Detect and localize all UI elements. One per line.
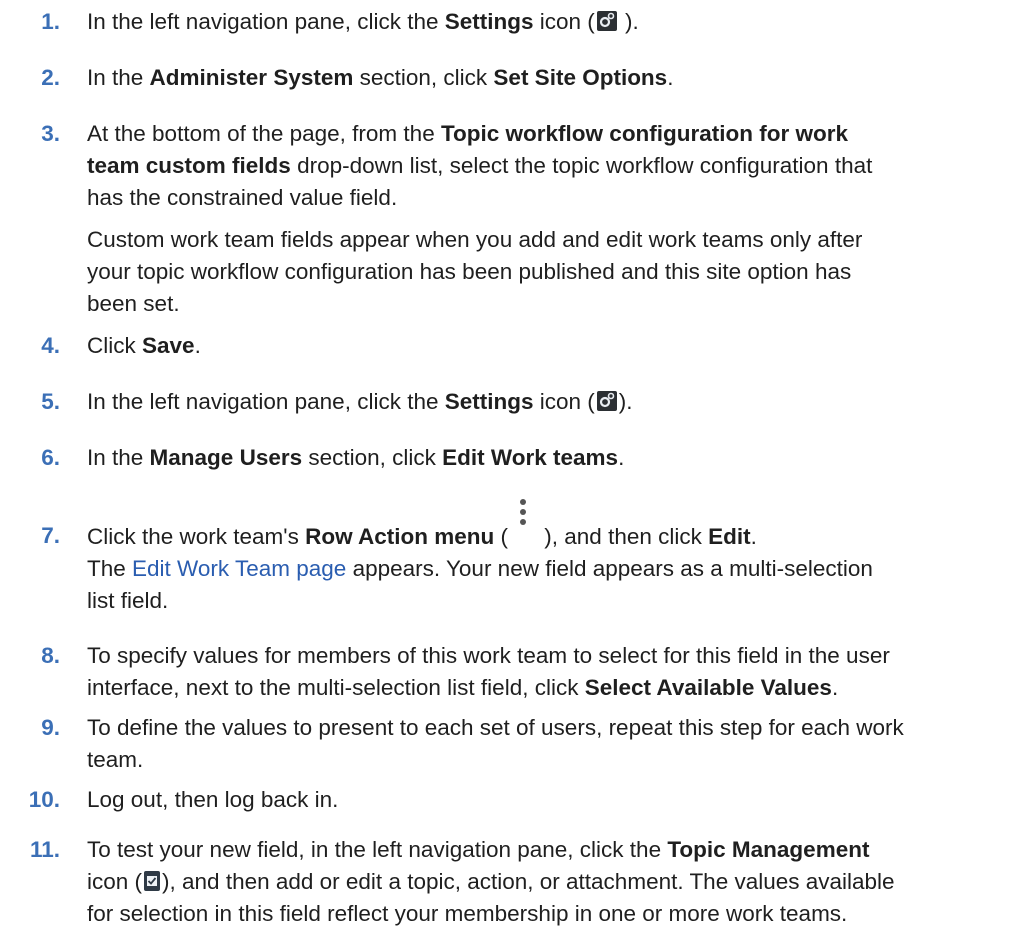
step-text: At the bottom of the page, from the Topi… — [87, 121, 873, 210]
step-text: Click the work team's Row Action menu ( … — [87, 499, 1017, 617]
step-number: 10. — [28, 787, 60, 812]
step-number: 2. — [41, 65, 60, 90]
step-text: In the Manage Users section, click Edit … — [87, 445, 625, 470]
step-text: To specify values for members of this wo… — [87, 643, 890, 700]
step-number: 11. — [29, 837, 60, 862]
step-3-note: Custom work team fields appear when you … — [87, 227, 863, 316]
step-text: Click Save. — [87, 333, 201, 358]
step-number: 5. — [41, 389, 60, 414]
gear-icon — [596, 391, 617, 411]
edit-work-team-page-link[interactable]: Edit Work Team page — [132, 556, 346, 581]
step-number: 9. — [41, 715, 60, 740]
step-number: 6. — [41, 445, 60, 470]
topic-management-icon — [143, 870, 161, 892]
step-text: In the left navigation pane, click the S… — [87, 389, 633, 414]
step-number: 7. — [41, 523, 60, 548]
step-number: 1. — [41, 9, 60, 34]
step-text: To define the values to present to each … — [87, 715, 904, 772]
step-number: 4. — [41, 333, 60, 358]
step-number: 3. — [41, 121, 60, 146]
step-text: Log out, then log back in. — [87, 787, 339, 812]
step-text: In the left navigation pane, click the S… — [87, 9, 639, 34]
gear-icon — [596, 11, 617, 31]
step-text: To test your new field, in the left navi… — [87, 837, 895, 926]
step-text: In the Administer System section, click … — [87, 65, 674, 90]
kebab-menu-icon — [511, 499, 535, 548]
step-number: 8. — [41, 643, 60, 668]
